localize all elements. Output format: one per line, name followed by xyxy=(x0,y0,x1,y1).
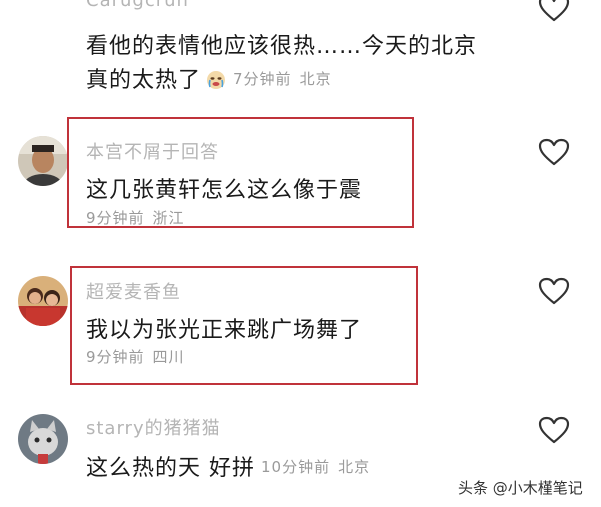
comment-time: 9分钟前 xyxy=(86,348,145,366)
comment-location: 北京 xyxy=(299,70,332,88)
comment-username[interactable]: 超爱麦香鱼 xyxy=(86,278,181,304)
heart-outline-icon[interactable] xyxy=(538,277,570,305)
avatar-image xyxy=(18,414,68,464)
crying-face-emoji xyxy=(207,71,226,89)
comment-text-line2-content: 真的太热了 xyxy=(86,68,202,93)
comment-text: 我以为张光正来跳广场舞了 xyxy=(86,318,363,343)
comment-text-line1: 看他的表情他应该很热……今天的北京 xyxy=(86,34,478,59)
comment-username[interactable]: starry的猪猪猫 xyxy=(86,414,221,440)
comment-username[interactable]: 本宫不屑于回答 xyxy=(86,138,219,164)
comment-text: 这几张黄轩怎么这么像于震 xyxy=(86,178,363,203)
comment-username[interactable]: Carugcrun xyxy=(86,0,189,11)
avatar[interactable] xyxy=(18,276,68,326)
watermark: 头条 @小木槿笔记 xyxy=(458,479,583,497)
comment-meta: 7分钟前 北京 xyxy=(233,70,332,88)
comment-location: 北京 xyxy=(338,458,371,476)
avatar-image xyxy=(18,136,68,186)
comment-meta: 9分钟前 四川 xyxy=(86,346,185,367)
avatar[interactable] xyxy=(18,136,68,186)
avatar[interactable] xyxy=(18,414,68,464)
avatar-image xyxy=(18,276,68,326)
comment-location: 四川 xyxy=(152,348,185,366)
heart-outline-icon[interactable] xyxy=(538,416,570,444)
comment-text: 这么热的天 好拼 xyxy=(86,456,255,481)
comment-list-screen: Carugcrun 看他的表情他应该很热……今天的北京 真的太热了 7分钟前 北京 xyxy=(0,0,601,507)
comment-location: 浙江 xyxy=(152,209,185,227)
comment-time: 7分钟前 xyxy=(233,70,292,88)
comment-meta: 9分钟前 浙江 xyxy=(86,207,185,228)
comment-text-row: 这么热的天 好拼 10分钟前 北京 xyxy=(86,450,370,482)
comment-time: 9分钟前 xyxy=(86,209,145,227)
comment-text-line2: 真的太热了 7分钟前 北京 xyxy=(86,62,332,94)
heart-outline-icon[interactable] xyxy=(538,138,570,166)
comment-time: 10分钟前 xyxy=(261,458,331,476)
comment-meta: 10分钟前 北京 xyxy=(261,458,370,476)
heart-outline-icon[interactable] xyxy=(538,0,570,22)
